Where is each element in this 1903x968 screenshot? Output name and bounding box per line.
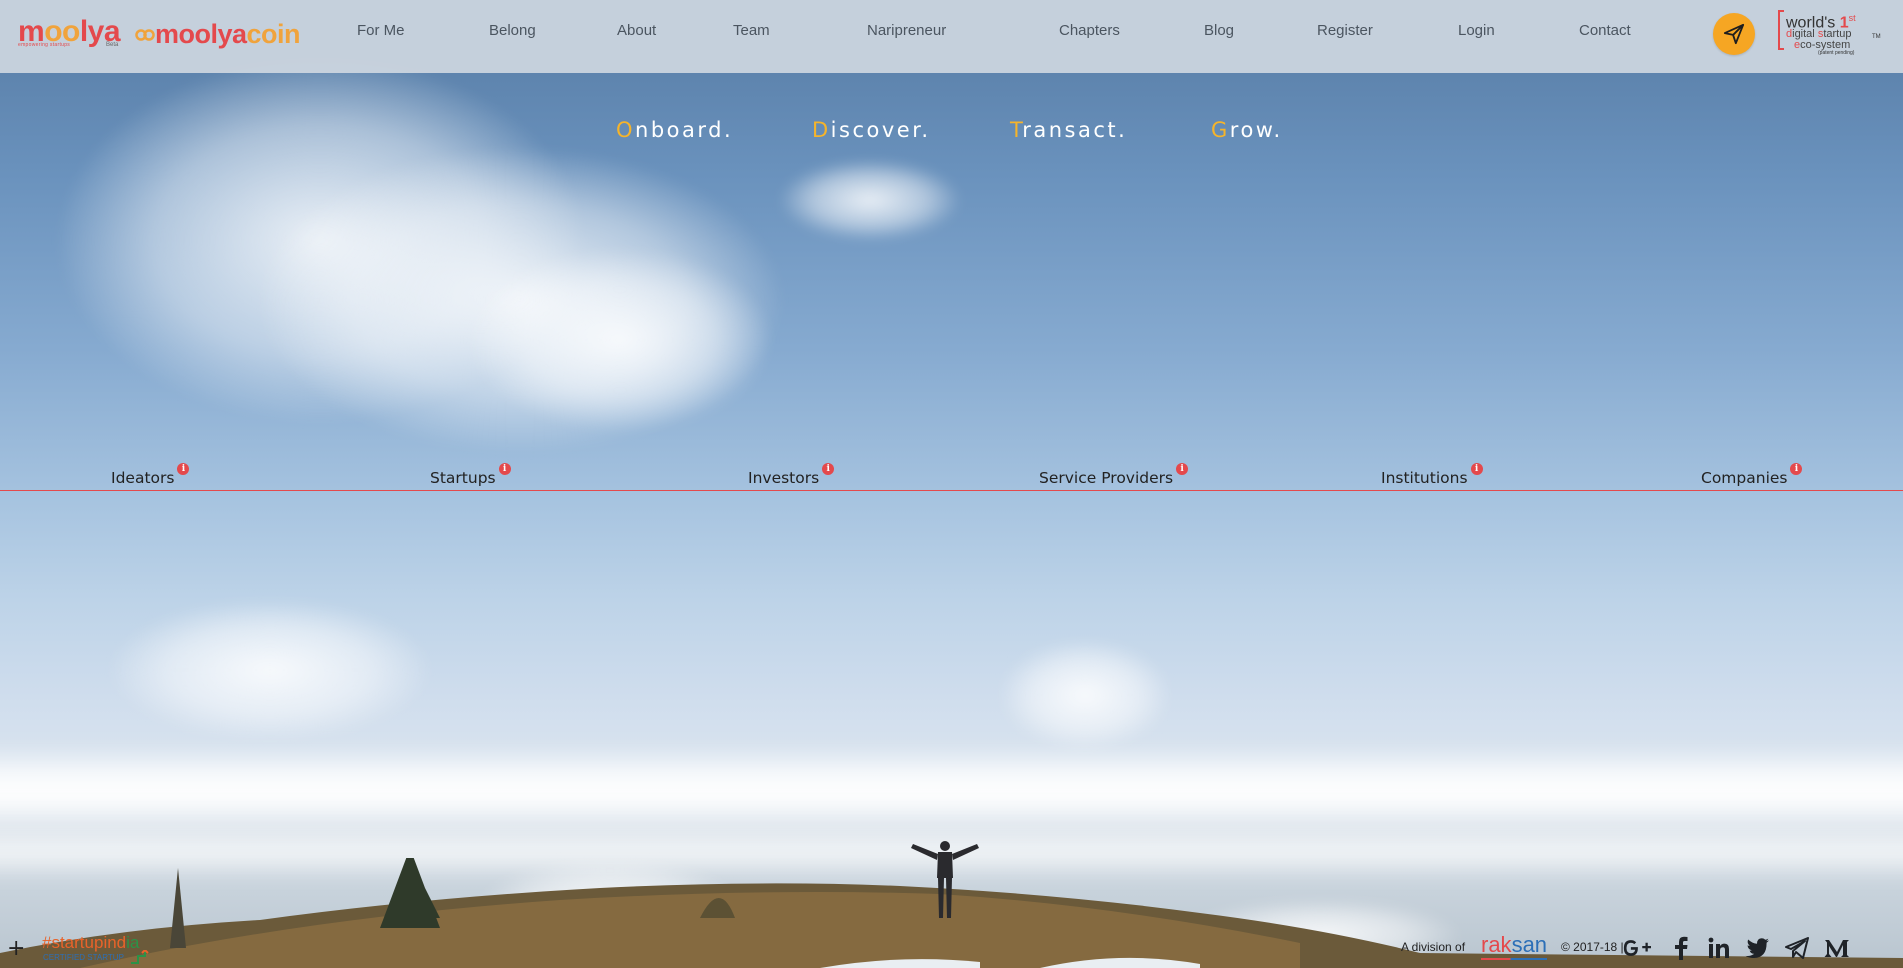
- startup-hash: #startup: [42, 933, 104, 952]
- nav-register[interactable]: Register: [1317, 22, 1373, 39]
- facebook-icon: [1675, 936, 1688, 960]
- info-icon[interactable]: i: [177, 463, 190, 475]
- category-bar: Ideators i Startups i Investors i Service P…: [0, 460, 1903, 492]
- category-label: Companies: [1701, 469, 1788, 487]
- category-label: Investors: [748, 469, 820, 487]
- category-investors[interactable]: Investors i: [748, 463, 835, 487]
- badge-patent: (patent pending): [1818, 50, 1855, 56]
- cloud: [110, 600, 430, 740]
- motto: Onboard. Discover. Transact. Grow.: [0, 118, 1903, 148]
- nav-contact[interactable]: Contact: [1579, 22, 1631, 39]
- nav-chapters[interactable]: Chapters: [1059, 22, 1120, 39]
- nav-login[interactable]: Login: [1458, 22, 1495, 39]
- info-icon[interactable]: i: [1176, 463, 1189, 475]
- info-icon[interactable]: i: [1470, 463, 1483, 475]
- category-service-providers[interactable]: Service Providers i: [1039, 463, 1189, 487]
- motto-initial: D: [812, 118, 831, 142]
- info-icon[interactable]: i: [1790, 463, 1803, 475]
- category-label: Ideators: [111, 469, 175, 487]
- info-icon[interactable]: i: [822, 463, 835, 475]
- nav-blog[interactable]: Blog: [1204, 22, 1234, 39]
- nav-about[interactable]: About: [617, 22, 656, 39]
- raksan-logo[interactable]: raksan: [1481, 932, 1547, 958]
- raksan-san: san: [1511, 932, 1548, 957]
- category-startups[interactable]: Startups i: [430, 463, 511, 487]
- cloud: [780, 160, 960, 240]
- facebook-link[interactable]: [1667, 934, 1695, 962]
- main-nav: For Me Belong About Team Naripreneur Cha…: [0, 0, 1903, 63]
- motto-discover: Discover.: [812, 118, 931, 142]
- badge-bracket: [1778, 10, 1784, 50]
- cloud: [1000, 640, 1170, 750]
- raksan-rak: rak: [1481, 932, 1512, 957]
- nav-belong[interactable]: Belong: [489, 22, 536, 39]
- motto-transact: Transact.: [1010, 118, 1127, 142]
- badge-trademark: TM: [1872, 34, 1881, 40]
- motto-onboard: Onboard.: [616, 118, 733, 142]
- startup-india-logo[interactable]: #startupindia CERTIFIED STARTUP: [42, 933, 172, 967]
- nav-for-me[interactable]: For Me: [357, 22, 405, 39]
- twitter-link[interactable]: [1743, 934, 1771, 962]
- motto-rest: ransact.: [1022, 118, 1128, 142]
- motto-initial: T: [1010, 118, 1023, 142]
- nav-team[interactable]: Team: [733, 22, 770, 39]
- person-silhouette: [911, 841, 979, 918]
- step-arrow-icon: [131, 950, 149, 964]
- category-ideators[interactable]: Ideators i: [111, 463, 190, 487]
- startup-ind: ind: [103, 933, 127, 952]
- motto-rest: row.: [1229, 118, 1283, 142]
- medium-link[interactable]: [1823, 934, 1851, 962]
- expand-plus-button[interactable]: +: [7, 938, 25, 960]
- startup-india-hashtag: #startupindia: [42, 933, 139, 953]
- badge-ordinal: st: [1848, 13, 1856, 23]
- raksan-underline: [1481, 958, 1547, 960]
- certified-startup-label: CERTIFIED STARTUP: [43, 953, 124, 962]
- category-companies[interactable]: Companies i: [1701, 463, 1803, 487]
- worlds-first-badge: world's 1st digital startup eco-system T…: [1778, 8, 1888, 58]
- google-plus-link[interactable]: [1623, 934, 1651, 962]
- category-divider-line: [0, 490, 1903, 491]
- motto-rest: nboard.: [635, 118, 734, 142]
- send-button[interactable]: [1713, 13, 1755, 55]
- telegram-icon: [1785, 937, 1809, 959]
- paper-plane-icon: [1723, 23, 1745, 45]
- category-label: Institutions: [1381, 469, 1468, 487]
- division-label: A division of: [1401, 940, 1466, 954]
- motto-initial: G: [1211, 118, 1230, 142]
- nav-naripreneur[interactable]: Naripreneur: [867, 22, 946, 39]
- motto-rest: iscover.: [830, 118, 931, 142]
- copyright-text: © 2017-18 |: [1561, 940, 1624, 954]
- google-plus-icon: [1623, 940, 1651, 956]
- motto-grow: Grow.: [1211, 118, 1283, 142]
- medium-icon: [1824, 940, 1849, 957]
- category-label: Service Providers: [1039, 469, 1174, 487]
- telegram-link[interactable]: [1783, 934, 1811, 962]
- category-label: Startups: [430, 469, 496, 487]
- cloud: [470, 250, 770, 430]
- footer-right: A division of raksan © 2017-18 |: [1383, 930, 1903, 966]
- category-institutions[interactable]: Institutions i: [1381, 463, 1483, 487]
- motto-initial: O: [616, 118, 636, 142]
- twitter-icon: [1745, 938, 1769, 958]
- top-header: moolya empowering startups Beta moolyaco…: [0, 0, 1903, 73]
- linkedin-link[interactable]: [1705, 934, 1733, 962]
- info-icon[interactable]: i: [498, 463, 511, 475]
- linkedin-icon: [1708, 937, 1729, 958]
